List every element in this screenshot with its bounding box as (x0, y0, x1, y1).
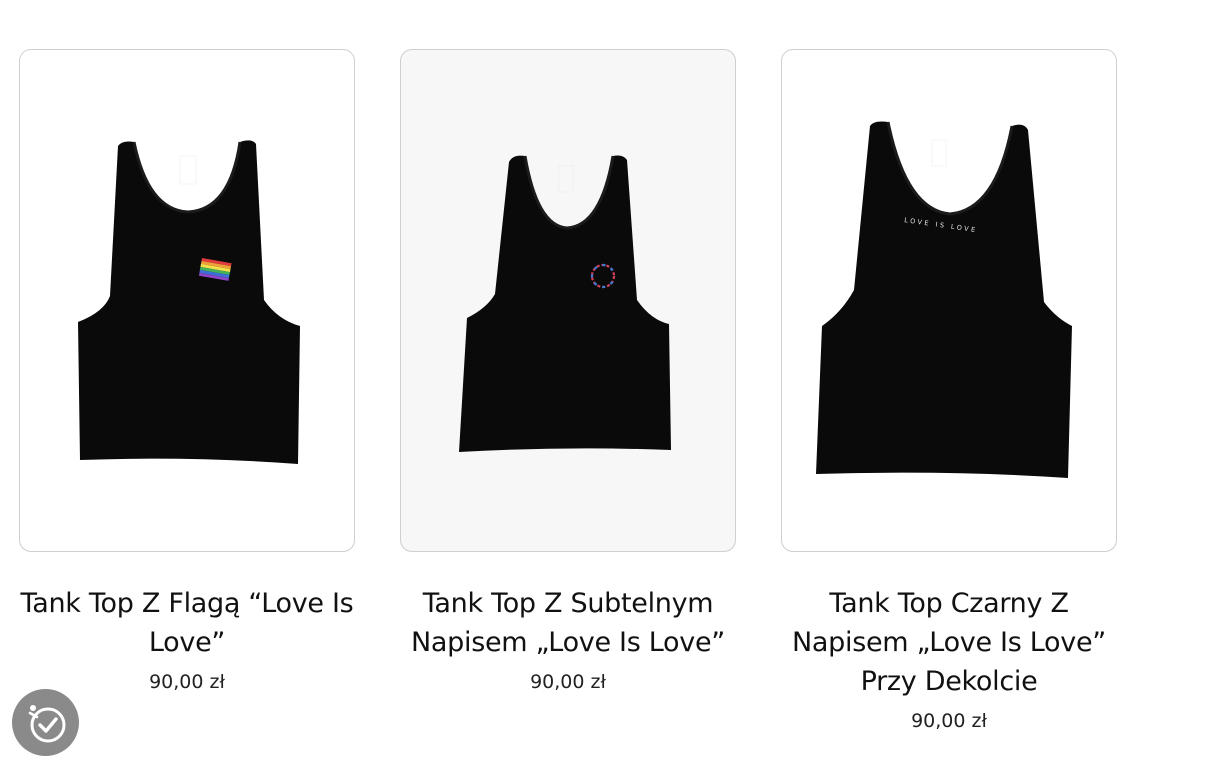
product-title[interactable]: Tank Top Z Flagą “Love Is Love” (19, 584, 355, 662)
product-image-link[interactable] (400, 49, 736, 552)
tank-top-circle-print-icon (459, 155, 671, 452)
accessibility-icon (28, 704, 65, 742)
product-image-link[interactable]: LOVE IS LOVE (781, 49, 1117, 552)
product-title[interactable]: Tank Top Z Subtelnym Napisem „Love Is Lo… (400, 584, 736, 662)
product-card: LOVE IS LOVE Tank Top Czarny Z Napisem „… (781, 49, 1117, 739)
product-image-link[interactable] (19, 49, 355, 552)
product-grid: Tank Top Z Flagą “Love Is Love” 90,00 zł… (0, 0, 1212, 760)
product-price: 90,00 zł (530, 671, 606, 693)
product-price: 90,00 zł (149, 671, 225, 693)
accessibility-button[interactable] (12, 689, 79, 756)
tank-top-rainbow-flag-icon (78, 140, 300, 464)
product-card: Tank Top Z Subtelnym Napisem „Love Is Lo… (400, 49, 736, 700)
product-title[interactable]: Tank Top Czarny Z Napisem „Love Is Love”… (781, 584, 1117, 701)
tank-top-neckline-print-icon: LOVE IS LOVE (816, 121, 1072, 478)
product-price: 90,00 zł (911, 710, 987, 732)
product-card: Tank Top Z Flagą “Love Is Love” 90,00 zł (19, 49, 355, 700)
